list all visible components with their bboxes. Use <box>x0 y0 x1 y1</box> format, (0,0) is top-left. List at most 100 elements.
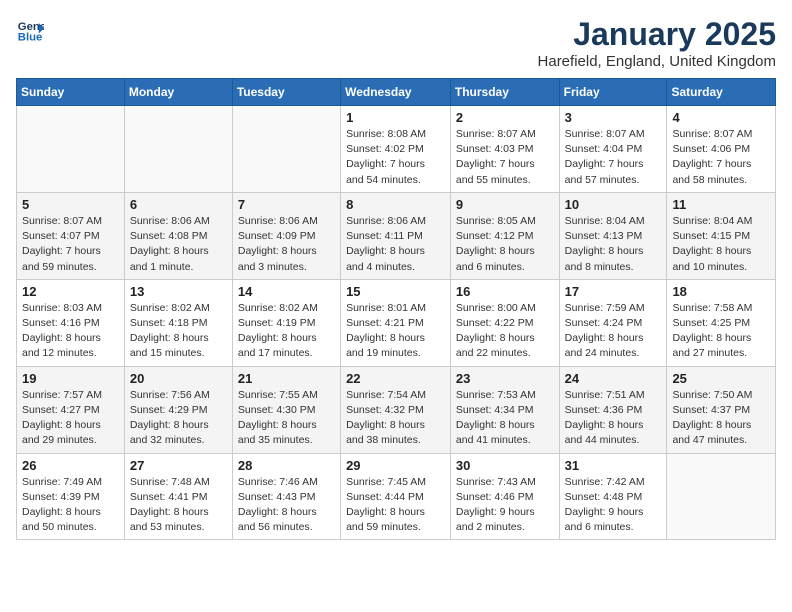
calendar-cell: 10 Sunrise: 8:04 AM Sunset: 4:13 PM Dayli… <box>559 192 667 279</box>
calendar-cell: 6Sunrise: 8:06 AM Sunset: 4:08 PM Daylig… <box>124 192 232 279</box>
calendar-table: SundayMondayTuesdayWednesdayThursdayFrid… <box>16 78 776 540</box>
day-info: Sunrise: 7:49 AM Sunset: 4:39 PM Dayligh… <box>22 475 119 536</box>
day-number: 2 <box>456 110 554 125</box>
location: Harefield, England, United Kingdom <box>538 53 776 70</box>
day-info: Sunrise: 7:48 AM Sunset: 4:41 PM Dayligh… <box>130 475 227 536</box>
day-info: Sunrise: 7:43 AM Sunset: 4:46 PM Dayligh… <box>456 475 554 536</box>
calendar-cell: 4 Sunrise: 8:07 AM Sunset: 4:06 PM Daylig… <box>667 106 776 193</box>
day-number: 25 <box>672 371 770 386</box>
day-info: Sunrise: 8:00 AM Sunset: 4:22 PM Dayligh… <box>456 301 554 362</box>
day-number: 29 <box>346 458 445 473</box>
day-number: 5 <box>22 197 119 212</box>
calendar-cell: 26 Sunrise: 7:49 AM Sunset: 4:39 PM Dayli… <box>17 453 125 540</box>
day-info: Sunrise: 8:02 AM Sunset: 4:18 PM Dayligh… <box>130 301 227 362</box>
day-info: Sunrise: 8:04 AM Sunset: 4:15 PM Dayligh… <box>672 214 770 275</box>
calendar-cell: 13 Sunrise: 8:02 AM Sunset: 4:18 PM Dayli… <box>124 279 232 366</box>
weekday-label: Monday <box>124 79 232 106</box>
calendar-cell: 30 Sunrise: 7:43 AM Sunset: 4:46 PM Dayli… <box>450 453 559 540</box>
day-info: Sunrise: 8:07 AM Sunset: 4:04 PM Dayligh… <box>565 127 662 188</box>
day-number: 28 <box>238 458 335 473</box>
calendar-cell: 25 Sunrise: 7:50 AM Sunset: 4:37 PM Dayli… <box>667 366 776 453</box>
day-number: 31 <box>565 458 662 473</box>
day-info: Sunrise: 7:42 AM Sunset: 4:48 PM Dayligh… <box>565 475 662 536</box>
calendar-week-row: 26 Sunrise: 7:49 AM Sunset: 4:39 PM Dayli… <box>17 453 776 540</box>
calendar-cell: 9 Sunrise: 8:05 AM Sunset: 4:12 PM Daylig… <box>450 192 559 279</box>
day-info: Sunrise: 7:51 AM Sunset: 4:36 PM Dayligh… <box>565 388 662 449</box>
day-info: Sunrise: 7:56 AM Sunset: 4:29 PM Dayligh… <box>130 388 227 449</box>
day-number: 13 <box>130 284 227 299</box>
weekday-label: Sunday <box>17 79 125 106</box>
day-number: 11 <box>672 197 770 212</box>
day-number: 17 <box>565 284 662 299</box>
calendar-cell: 11 Sunrise: 8:04 AM Sunset: 4:15 PM Dayli… <box>667 192 776 279</box>
day-info: Sunrise: 8:07 AM Sunset: 4:03 PM Dayligh… <box>456 127 554 188</box>
day-info: Sunrise: 8:06 AM Sunset: 4:11 PM Dayligh… <box>346 214 445 275</box>
day-number: 15 <box>346 284 445 299</box>
calendar-cell: 16Sunrise: 8:00 AM Sunset: 4:22 PM Dayli… <box>450 279 559 366</box>
day-number: 27 <box>130 458 227 473</box>
month-title: January 2025 <box>538 16 776 53</box>
calendar-cell: 1 Sunrise: 8:08 AM Sunset: 4:02 PM Daylig… <box>341 106 451 193</box>
day-number: 19 <box>22 371 119 386</box>
day-info: Sunrise: 8:05 AM Sunset: 4:12 PM Dayligh… <box>456 214 554 275</box>
calendar-cell: 23 Sunrise: 7:53 AM Sunset: 4:34 PM Dayli… <box>450 366 559 453</box>
calendar-cell <box>667 453 776 540</box>
weekday-label: Wednesday <box>341 79 451 106</box>
day-number: 4 <box>672 110 770 125</box>
day-info: Sunrise: 8:04 AM Sunset: 4:13 PM Dayligh… <box>565 214 662 275</box>
day-info: Sunrise: 7:57 AM Sunset: 4:27 PM Dayligh… <box>22 388 119 449</box>
day-info: Sunrise: 8:03 AM Sunset: 4:16 PM Dayligh… <box>22 301 119 362</box>
day-number: 24 <box>565 371 662 386</box>
weekday-label: Thursday <box>450 79 559 106</box>
calendar-cell: 3 Sunrise: 8:07 AM Sunset: 4:04 PM Daylig… <box>559 106 667 193</box>
weekday-header-row: SundayMondayTuesdayWednesdayThursdayFrid… <box>17 79 776 106</box>
calendar-cell: 2 Sunrise: 8:07 AM Sunset: 4:03 PM Daylig… <box>450 106 559 193</box>
day-info: Sunrise: 7:53 AM Sunset: 4:34 PM Dayligh… <box>456 388 554 449</box>
day-number: 7 <box>238 197 335 212</box>
day-number: 22 <box>346 371 445 386</box>
day-info: Sunrise: 7:45 AM Sunset: 4:44 PM Dayligh… <box>346 475 445 536</box>
day-number: 6 <box>130 197 227 212</box>
day-info: Sunrise: 8:01 AM Sunset: 4:21 PM Dayligh… <box>346 301 445 362</box>
calendar-cell: 29 Sunrise: 7:45 AM Sunset: 4:44 PM Dayli… <box>341 453 451 540</box>
page-header: General Blue January 2025 Harefield, Eng… <box>16 16 776 70</box>
calendar-cell: 14 Sunrise: 8:02 AM Sunset: 4:19 PM Dayli… <box>232 279 340 366</box>
day-number: 26 <box>22 458 119 473</box>
calendar-cell: 20Sunrise: 7:56 AM Sunset: 4:29 PM Dayli… <box>124 366 232 453</box>
title-area: January 2025 Harefield, England, United … <box>538 16 776 70</box>
calendar-week-row: 19 Sunrise: 7:57 AM Sunset: 4:27 PM Dayli… <box>17 366 776 453</box>
calendar-cell: 8 Sunrise: 8:06 AM Sunset: 4:11 PM Daylig… <box>341 192 451 279</box>
day-number: 14 <box>238 284 335 299</box>
day-info: Sunrise: 8:06 AM Sunset: 4:09 PM Dayligh… <box>238 214 335 275</box>
day-info: Sunrise: 8:02 AM Sunset: 4:19 PM Dayligh… <box>238 301 335 362</box>
day-info: Sunrise: 7:59 AM Sunset: 4:24 PM Dayligh… <box>565 301 662 362</box>
calendar-cell <box>232 106 340 193</box>
calendar-cell: 15 Sunrise: 8:01 AM Sunset: 4:21 PM Dayli… <box>341 279 451 366</box>
day-number: 12 <box>22 284 119 299</box>
calendar-cell: 24 Sunrise: 7:51 AM Sunset: 4:36 PM Dayli… <box>559 366 667 453</box>
day-number: 18 <box>672 284 770 299</box>
logo: General Blue <box>16 16 44 44</box>
day-info: Sunrise: 7:46 AM Sunset: 4:43 PM Dayligh… <box>238 475 335 536</box>
day-number: 3 <box>565 110 662 125</box>
day-number: 9 <box>456 197 554 212</box>
weekday-label: Saturday <box>667 79 776 106</box>
day-number: 10 <box>565 197 662 212</box>
calendar-cell: 5Sunrise: 8:07 AM Sunset: 4:07 PM Daylig… <box>17 192 125 279</box>
svg-text:Blue: Blue <box>18 32 43 44</box>
weekday-label: Tuesday <box>232 79 340 106</box>
day-number: 30 <box>456 458 554 473</box>
calendar-week-row: 12 Sunrise: 8:03 AM Sunset: 4:16 PM Dayli… <box>17 279 776 366</box>
calendar-cell: 28 Sunrise: 7:46 AM Sunset: 4:43 PM Dayli… <box>232 453 340 540</box>
calendar-cell: 31 Sunrise: 7:42 AM Sunset: 4:48 PM Dayli… <box>559 453 667 540</box>
day-number: 8 <box>346 197 445 212</box>
calendar-cell: 17 Sunrise: 7:59 AM Sunset: 4:24 PM Dayli… <box>559 279 667 366</box>
day-info: Sunrise: 8:08 AM Sunset: 4:02 PM Dayligh… <box>346 127 445 188</box>
day-number: 23 <box>456 371 554 386</box>
day-info: Sunrise: 8:07 AM Sunset: 4:06 PM Dayligh… <box>672 127 770 188</box>
weekday-label: Friday <box>559 79 667 106</box>
day-info: Sunrise: 7:50 AM Sunset: 4:37 PM Dayligh… <box>672 388 770 449</box>
day-number: 1 <box>346 110 445 125</box>
calendar-cell: 7 Sunrise: 8:06 AM Sunset: 4:09 PM Daylig… <box>232 192 340 279</box>
logo-icon: General Blue <box>16 16 44 44</box>
